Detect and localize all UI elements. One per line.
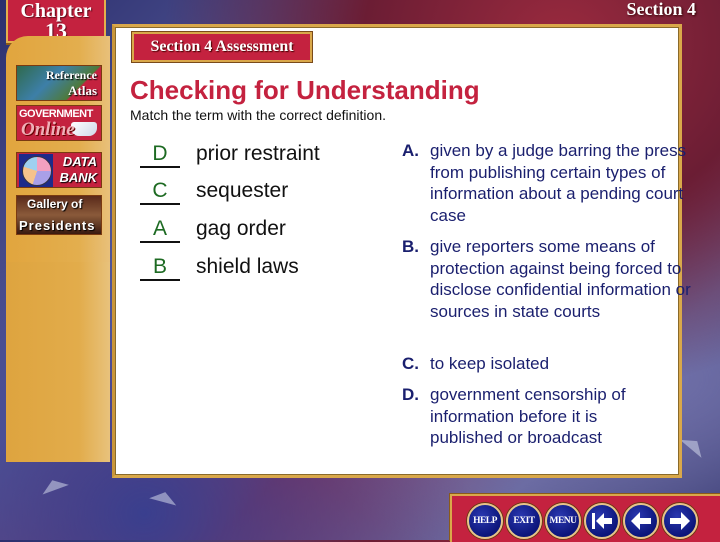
page-title: Checking for Understanding <box>130 75 480 105</box>
definition-item: C. to keep isolated <box>402 353 692 375</box>
definition-item: B. give reporters some means of protecti… <box>402 236 692 322</box>
answer-blank: B <box>140 255 180 281</box>
term-label: prior restraint <box>196 142 320 165</box>
definition-letter: A. <box>402 141 419 160</box>
data-bank-label-line1: DATA <box>62 154 97 169</box>
reference-atlas-button[interactable]: Reference Atlas <box>16 65 102 101</box>
definition-letter: D. <box>402 385 419 404</box>
help-label: HELP <box>473 516 497 526</box>
definition-text: government censorship of information bef… <box>430 385 626 447</box>
data-bank-button[interactable]: DATA BANK <box>16 152 102 188</box>
government-online-button[interactable]: GOVERNMENT Online <box>16 105 102 141</box>
term-label: gag order <box>196 217 286 240</box>
background-star-decoration <box>149 488 179 506</box>
government-online-label-line2: Online <box>21 119 75 140</box>
menu-label: MENU <box>549 516 577 526</box>
answer-blank: A <box>140 217 180 243</box>
help-button[interactable]: HELP <box>467 503 503 539</box>
definition-item: A. given by a judge barring the press fr… <box>402 140 702 226</box>
definition-text: give reporters some means of protection … <box>430 237 691 321</box>
answer-blank: C <box>140 179 180 205</box>
assessment-tab: Section 4 Assessment <box>132 32 312 62</box>
exit-button[interactable]: EXIT <box>506 503 542 539</box>
term-label: shield laws <box>196 255 299 278</box>
exit-label: EXIT <box>513 516 535 526</box>
first-slide-button[interactable] <box>584 503 620 539</box>
gallery-of-presidents-label-line1: Gallery of <box>27 197 83 211</box>
gallery-of-presidents-label-line2: Presidents <box>19 218 96 233</box>
back-arrow-icon <box>631 512 651 530</box>
gallery-of-presidents-button[interactable]: Gallery of Presidents <box>16 195 102 235</box>
next-button[interactable] <box>662 503 698 539</box>
navigation-bar: HELP EXIT MENU <box>450 494 720 542</box>
next-arrow-icon <box>670 512 690 530</box>
definition-letter: B. <box>402 237 419 256</box>
definition-text: to keep isolated <box>430 354 550 373</box>
background-star-decoration <box>680 432 708 458</box>
section-label: Section 4 <box>626 0 697 19</box>
first-slide-icon <box>592 513 612 529</box>
sidebar-lower-panel <box>6 262 110 462</box>
reference-atlas-label-line1: Reference <box>45 68 97 82</box>
definition-letter: C. <box>402 354 419 373</box>
background-star-decoration <box>39 475 69 495</box>
reference-atlas-label-line2: Atlas <box>68 83 97 98</box>
term-label: sequester <box>196 179 289 202</box>
instructions: Match the term with the correct definiti… <box>130 107 386 123</box>
definition-text: given by a judge barring the press from … <box>430 141 687 225</box>
answer-blank: D <box>140 142 180 168</box>
data-bank-label-line2: BANK <box>59 170 97 185</box>
menu-button[interactable]: MENU <box>545 503 581 539</box>
back-button[interactable] <box>623 503 659 539</box>
definition-item: D. government censorship of information … <box>402 384 672 449</box>
pie-chart-icon <box>22 156 52 186</box>
